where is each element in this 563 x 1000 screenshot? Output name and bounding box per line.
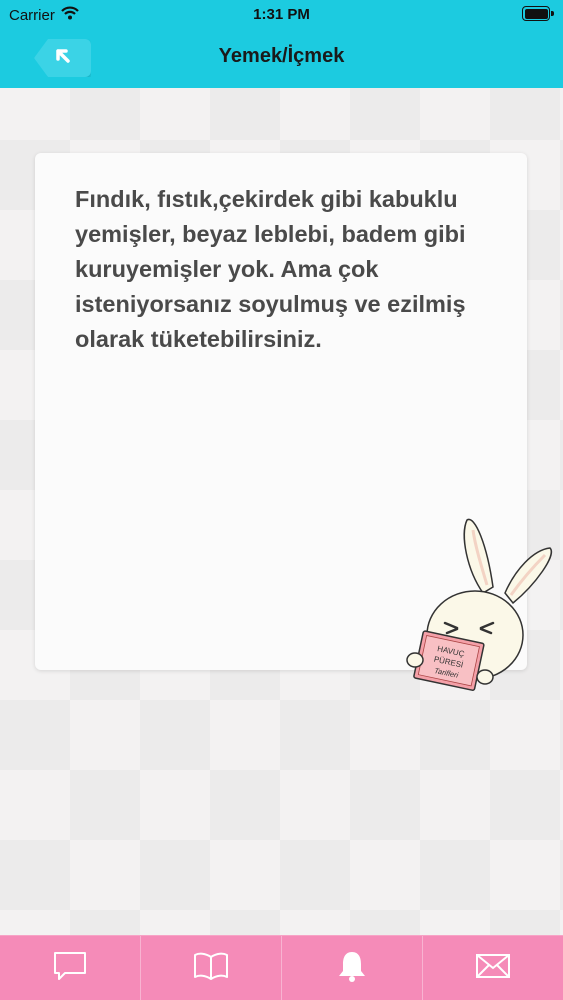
battery-icon bbox=[522, 6, 554, 21]
status-bar: Carrier 1:31 PM bbox=[0, 0, 563, 30]
tab-mail[interactable] bbox=[423, 936, 563, 1000]
status-time: 1:31 PM bbox=[253, 6, 310, 23]
tab-book[interactable] bbox=[141, 936, 282, 1000]
mail-icon bbox=[475, 953, 511, 984]
header-area: Carrier 1:31 PM Yemek/İçmek bbox=[0, 0, 563, 88]
bell-icon bbox=[336, 949, 368, 988]
bunny-mascot-illustration: HAVUÇ PÜRESİ Tarifleri bbox=[405, 515, 555, 695]
nav-bar: Yemek/İçmek bbox=[0, 30, 563, 88]
tab-chat[interactable] bbox=[0, 936, 141, 1000]
tab-notifications[interactable] bbox=[282, 936, 423, 1000]
page-title: Yemek/İçmek bbox=[218, 45, 345, 67]
tab-bar bbox=[0, 935, 563, 1000]
chat-icon bbox=[53, 951, 87, 986]
book-icon bbox=[193, 951, 229, 986]
card-text: Fındık, fıstık,çekirdek gibi kabuklu yem… bbox=[75, 186, 466, 352]
